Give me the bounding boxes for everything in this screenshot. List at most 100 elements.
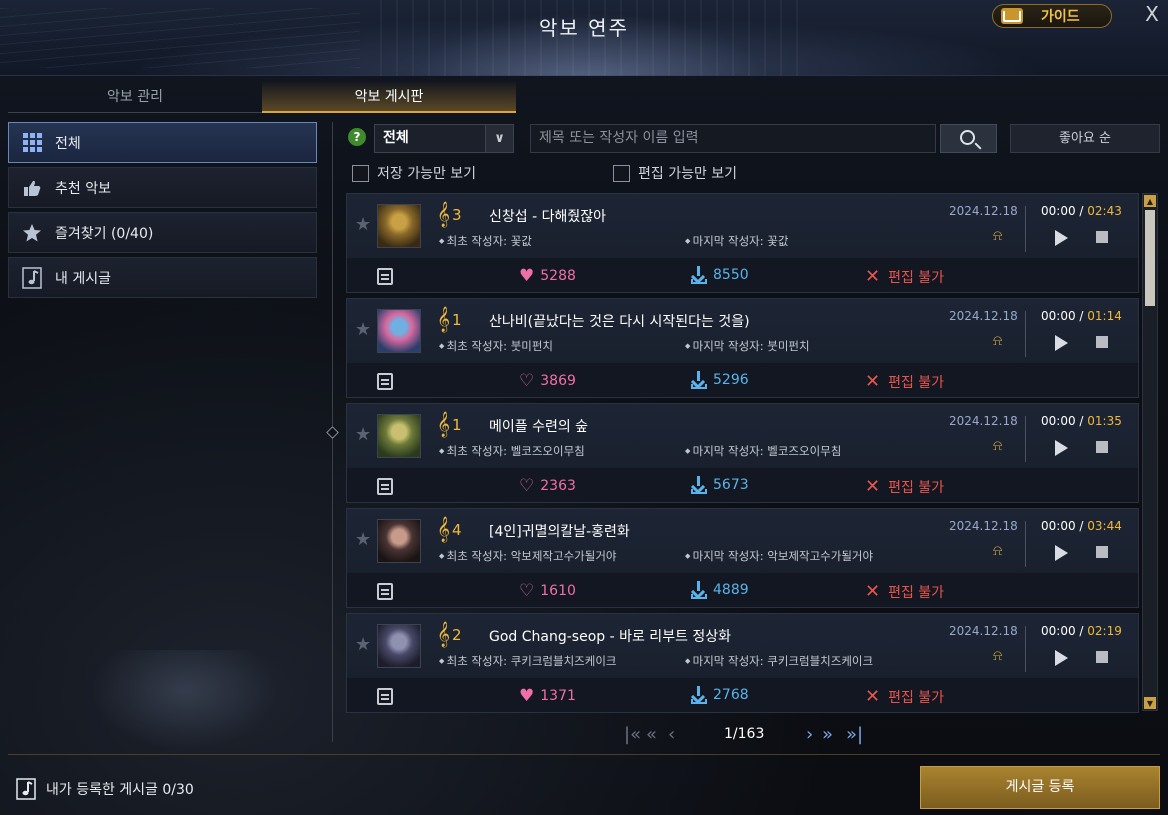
tab-score-management[interactable]: 악보 관리 [8,82,262,113]
treble-clef-icon: 𝄞 [437,307,451,332]
heart-icon: ♡ [519,581,535,601]
like-count[interactable]: ♡ 2363 [519,476,576,496]
x-icon: ✕ [865,476,881,497]
help-icon[interactable]: ? [348,128,366,146]
player-count-value: 1 [452,311,462,329]
scroll-up-button[interactable]: ▲ [1144,195,1156,207]
heart-icon: ♥ [519,266,535,286]
play-button[interactable] [1055,650,1068,666]
sidebar-item-favorites[interactable]: 즐겨찾기 (0/40) [8,212,317,253]
document-icon[interactable] [377,478,393,495]
stop-button[interactable] [1096,231,1108,243]
alarm-icon[interactable]: ⍾ [993,438,1002,454]
alarm-icon[interactable]: ⍾ [993,228,1002,244]
sidebar: 전체 추천 악보 즐겨찾기 (0/40) 내 게시글 [8,122,317,302]
score-title: God Chang-seop - 바로 리부트 정상화 [489,629,732,645]
last-author: 마지막 작성자: 벨코즈오이무침 [685,443,842,459]
category-value: 전체 [383,130,409,146]
category-select[interactable]: 전체 ∨ [374,124,514,153]
edit-status-label: 편집 불가 [888,584,945,601]
sidebar-item-my-posts[interactable]: 내 게시글 [8,257,317,298]
list-item[interactable]: ★ 𝄞 4 [4인]귀멸의칼날-홍련화 2024.12.18 최초 작성자: 악… [346,508,1139,608]
scroll-thumb[interactable] [1145,210,1155,306]
last-author: 마지막 작성자: 붓미펀치 [685,338,810,354]
next-page-icon[interactable]: › [806,724,813,746]
download-count[interactable]: 5673 [691,476,749,494]
tab-score-board[interactable]: 악보 게시판 [262,82,516,113]
edit-status-label: 편집 불가 [888,374,945,391]
star-icon[interactable]: ★ [355,424,371,445]
prev-page-icon[interactable]: ‹ [668,724,675,746]
stop-button[interactable] [1096,651,1108,663]
pagination: |« « ‹ 1/163 › » »| [624,724,864,746]
search-input[interactable]: 제목 또는 작성자 이름 입력 [530,124,936,153]
editable-checkbox[interactable] [613,164,630,182]
alarm-icon[interactable]: ⍾ [993,543,1002,559]
sort-button[interactable]: 좋아요 순 [1010,124,1160,153]
download-icon [691,686,707,704]
star-icon[interactable]: ★ [355,214,371,235]
document-icon[interactable] [377,583,393,600]
footer-divider [8,754,1160,755]
star-icon[interactable]: ★ [355,529,371,550]
like-value: 2363 [540,478,576,494]
like-count[interactable]: ♡ 3869 [519,371,576,391]
score-date: 2024.12.18 [949,624,1018,638]
download-count[interactable]: 2768 [691,686,749,704]
close-button[interactable]: X [1140,2,1164,26]
like-value: 1610 [540,583,576,599]
first-page-icon[interactable]: |« [624,724,641,746]
sidebar-item-all[interactable]: 전체 [8,122,317,163]
play-button[interactable] [1055,440,1068,456]
stop-button[interactable] [1096,441,1108,453]
download-icon [691,266,707,284]
document-icon[interactable] [377,688,393,705]
heart-icon: ♥ [519,686,535,706]
score-title: 산나비(끝났다는 것은 다시 시작된다는 것을) [489,314,750,330]
stop-button[interactable] [1096,546,1108,558]
search-icon [960,130,975,145]
list-item[interactable]: ★ 𝄞 1 산나비(끝났다는 것은 다시 시작된다는 것을) 2024.12.1… [346,298,1139,398]
elapsed-time: 00:00 [1041,204,1076,218]
treble-clef-icon: 𝄞 [437,622,451,647]
next-block-icon[interactable]: » [822,724,833,746]
download-value: 4889 [713,582,749,598]
sidebar-item-label: 전체 [55,135,81,152]
download-count[interactable]: 5296 [691,371,749,389]
guide-button[interactable]: 가이드 [992,4,1112,28]
document-icon[interactable] [377,373,393,390]
list-item[interactable]: ★ 𝄞 2 God Chang-seop - 바로 리부트 정상화 2024.1… [346,613,1139,713]
sidebar-item-recommended[interactable]: 추천 악보 [8,167,317,208]
stop-button[interactable] [1096,336,1108,348]
saveable-only-filter[interactable]: 저장 가능만 보기 [352,163,476,183]
play-button[interactable] [1055,230,1068,246]
download-count[interactable]: 4889 [691,581,749,599]
play-button[interactable] [1055,335,1068,351]
row-separator [1025,416,1026,462]
like-count[interactable]: ♥ 1371 [519,686,576,706]
like-count[interactable]: ♥ 5288 [519,266,576,286]
list-item[interactable]: ★ 𝄞 1 메이플 수련의 숲 2024.12.18 최초 작성자: 벨코즈오이… [346,403,1139,503]
last-page-icon[interactable]: »| [846,724,863,746]
saveable-checkbox[interactable] [352,164,369,182]
elapsed-time: 00:00 [1041,519,1076,533]
star-icon[interactable]: ★ [355,634,371,655]
last-author: 마지막 작성자: 꽃값 [685,233,789,249]
document-icon[interactable] [377,268,393,285]
list-item[interactable]: ★ 𝄞 3 신창섭 - 다해줬잖아 2024.12.18 최초 작성자: 꽃값 … [346,193,1139,293]
download-count[interactable]: 8550 [691,266,749,284]
register-post-button[interactable]: 게시글 등록 [920,766,1160,809]
score-date: 2024.12.18 [949,204,1018,218]
piano-background-decoration [90,650,280,750]
alarm-icon[interactable]: ⍾ [993,648,1002,664]
editable-only-filter[interactable]: 편집 가능만 보기 [613,163,737,183]
score-thumbnail [377,414,421,458]
search-button[interactable] [940,124,997,153]
list-scrollbar[interactable]: ▲ ▼ [1142,193,1158,711]
like-count[interactable]: ♡ 1610 [519,581,576,601]
play-button[interactable] [1055,545,1068,561]
prev-block-icon[interactable]: « [646,724,657,746]
star-icon[interactable]: ★ [355,319,371,340]
scroll-down-button[interactable]: ▼ [1144,697,1156,709]
alarm-icon[interactable]: ⍾ [993,333,1002,349]
